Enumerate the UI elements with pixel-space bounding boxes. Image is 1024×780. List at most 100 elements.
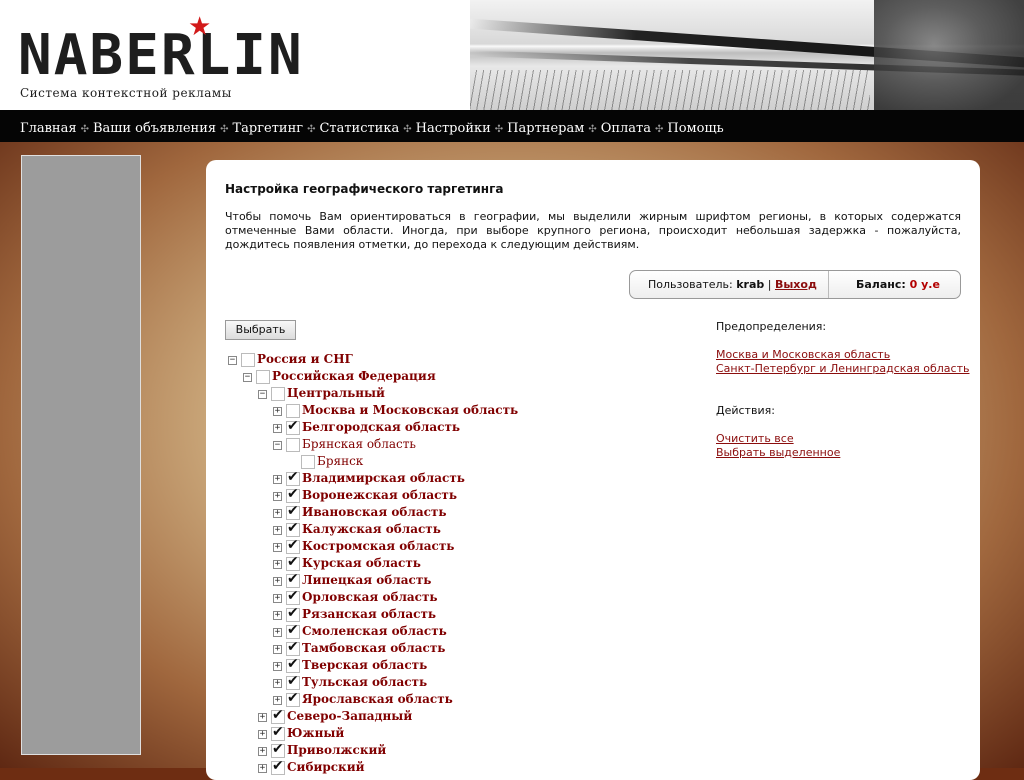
tree-item-label[interactable]: Ярославская область xyxy=(302,692,453,707)
expand-icon[interactable]: + xyxy=(273,407,282,416)
nav-item-6[interactable]: ✣ Оплата xyxy=(584,121,651,136)
tree-checkbox[interactable] xyxy=(256,370,270,384)
tree-item-label[interactable]: Северо-Западный xyxy=(287,709,412,724)
expand-icon[interactable]: + xyxy=(258,764,267,773)
expand-icon[interactable]: + xyxy=(273,611,282,620)
tree-item-label[interactable]: Брянск xyxy=(317,454,363,469)
logout-link[interactable]: Выход xyxy=(775,278,817,291)
expand-icon[interactable]: + xyxy=(273,475,282,484)
collapse-icon[interactable]: − xyxy=(228,356,237,365)
tree-item-label[interactable]: Южный xyxy=(287,726,344,741)
nav-item-label: Статистика xyxy=(319,121,400,136)
clear-all-link[interactable]: Очистить все xyxy=(716,432,794,445)
nav-item-0[interactable]: Главная xyxy=(20,121,77,136)
tree-item-label[interactable]: Смоленская область xyxy=(302,624,447,639)
checkmark-icon: ✔ xyxy=(287,418,299,434)
tree-item-label[interactable]: Москва и Московская область xyxy=(302,403,518,418)
expand-icon[interactable]: + xyxy=(273,594,282,603)
tree-checkbox[interactable] xyxy=(241,353,255,367)
expand-icon[interactable]: + xyxy=(273,560,282,569)
expand-icon[interactable]: + xyxy=(273,492,282,501)
tree-item-label[interactable]: Брянская область xyxy=(302,437,416,452)
userbox-divider xyxy=(828,271,829,298)
nav-item-7[interactable]: ✣ Помощь xyxy=(651,121,724,136)
collapse-icon[interactable]: − xyxy=(243,373,252,382)
tree-checkbox[interactable]: ✔ xyxy=(286,674,300,690)
tree-checkbox[interactable]: ✔ xyxy=(286,554,300,571)
nav-separator-icon: ✣ xyxy=(220,124,229,135)
tree-item-label[interactable]: Липецкая область xyxy=(302,573,431,588)
tree-checkbox[interactable]: ✔ xyxy=(286,623,300,639)
tree-checkbox[interactable] xyxy=(286,438,300,452)
tree-checkbox[interactable]: ✔ xyxy=(271,759,285,775)
preset-moscow-link[interactable]: Москва и Московская область xyxy=(716,348,890,361)
checkmark-icon: ✔ xyxy=(287,554,299,570)
tree-item-label[interactable]: Центральный xyxy=(287,386,385,401)
tree-checkbox[interactable] xyxy=(271,387,285,401)
tree-item-label[interactable]: Белгородская область xyxy=(302,420,460,435)
tree-item-label[interactable]: Приволжский xyxy=(287,743,386,758)
tree-checkbox[interactable]: ✔ xyxy=(286,487,300,503)
content-panel: Настройка географического таргетинга Что… xyxy=(206,160,980,780)
tree-item-label[interactable]: Курская область xyxy=(302,556,421,571)
select-button[interactable]: Выбрать xyxy=(225,320,296,340)
tree-checkbox[interactable]: ✔ xyxy=(286,639,300,656)
expand-icon[interactable]: + xyxy=(273,696,282,705)
tree-checkbox[interactable]: ✔ xyxy=(286,538,300,554)
tree-checkbox[interactable]: ✔ xyxy=(271,725,285,741)
tree-item-label[interactable]: Тверская область xyxy=(302,658,427,673)
expand-icon[interactable]: + xyxy=(258,713,267,722)
expand-icon[interactable]: + xyxy=(273,543,282,552)
expand-icon[interactable]: + xyxy=(273,577,282,586)
site-logo[interactable]: NABERLIN xyxy=(18,28,304,84)
tree-checkbox[interactable]: ✔ xyxy=(286,588,300,605)
tree-checkbox[interactable]: ✔ xyxy=(286,418,300,435)
tree-checkbox[interactable]: ✔ xyxy=(271,708,285,724)
tree-item-label[interactable]: Костромская область xyxy=(302,539,454,554)
checkmark-icon: ✔ xyxy=(287,605,299,621)
nav-item-4[interactable]: ✣ Настройки xyxy=(399,121,491,136)
expand-icon[interactable]: + xyxy=(273,424,282,433)
expand-icon[interactable]: + xyxy=(273,628,282,637)
tree-checkbox[interactable]: ✔ xyxy=(286,691,300,707)
expand-icon[interactable]: + xyxy=(273,526,282,535)
expand-icon[interactable]: + xyxy=(258,730,267,739)
tree-item-label[interactable]: Рязанская область xyxy=(302,607,436,622)
tree-checkbox[interactable]: ✔ xyxy=(286,572,300,588)
nav-item-5[interactable]: ✣ Партнерам xyxy=(491,121,585,136)
tree-checkbox[interactable]: ✔ xyxy=(286,503,300,520)
tree-item-label[interactable]: Калужская область xyxy=(302,522,441,537)
tree-checkbox[interactable]: ✔ xyxy=(271,742,285,758)
tree-checkbox[interactable]: ✔ xyxy=(286,657,300,673)
nav-item-1[interactable]: ✣ Ваши объявления xyxy=(77,121,217,136)
checkmark-icon: ✔ xyxy=(287,588,299,604)
tree-item-label[interactable]: Владимирская область xyxy=(302,471,465,486)
expand-icon[interactable]: + xyxy=(273,662,282,671)
tree-item-label[interactable]: Россия и СНГ xyxy=(257,352,353,367)
expand-icon[interactable]: + xyxy=(273,509,282,518)
checkmark-icon: ✔ xyxy=(287,639,299,655)
tree-item-label[interactable]: Тульская область xyxy=(302,675,427,690)
tree-item-label[interactable]: Воронежская область xyxy=(302,488,457,503)
site-header: NABERLIN ★ Система контекстной рекламы xyxy=(0,0,1024,110)
checkmark-icon: ✔ xyxy=(287,503,299,519)
collapse-icon[interactable]: − xyxy=(258,390,267,399)
tree-checkbox[interactable]: ✔ xyxy=(286,521,300,537)
nav-item-3[interactable]: ✣ Статистика xyxy=(303,121,399,136)
nav-item-2[interactable]: ✣ Таргетинг xyxy=(216,121,303,136)
tree-item-label[interactable]: Ивановская область xyxy=(302,505,447,520)
tree-item-label[interactable]: Российская Федерация xyxy=(272,369,436,384)
tree-item-label[interactable]: Орловская область xyxy=(302,590,438,605)
collapse-icon[interactable]: − xyxy=(273,441,282,450)
expand-icon[interactable]: + xyxy=(273,645,282,654)
tree-checkbox[interactable]: ✔ xyxy=(286,605,300,622)
expand-icon[interactable]: + xyxy=(258,747,267,756)
tree-checkbox[interactable] xyxy=(286,404,300,418)
preset-spb-link[interactable]: Санкт-Петербург и Ленинградская область xyxy=(716,362,969,375)
tree-item-label[interactable]: Тамбовская область xyxy=(302,641,445,656)
tree-checkbox[interactable]: ✔ xyxy=(286,470,300,486)
expand-icon[interactable]: + xyxy=(273,679,282,688)
tree-checkbox[interactable] xyxy=(301,455,315,469)
nav-item-label: Помощь xyxy=(667,121,724,136)
select-highlighted-link[interactable]: Выбрать выделенное xyxy=(716,446,840,459)
